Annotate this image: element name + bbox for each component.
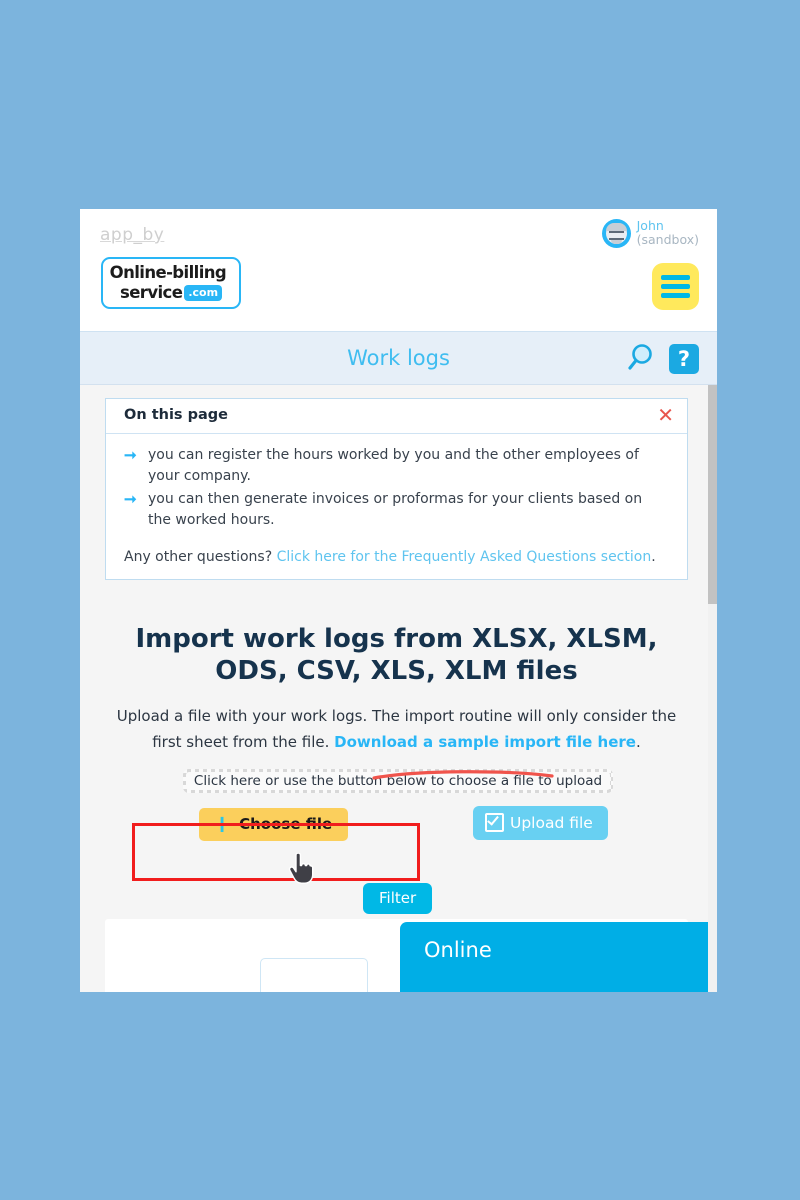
upload-file-button[interactable]: Upload file [473, 806, 608, 840]
logo-line-1: Online-billing- [109, 263, 233, 282]
help-button[interactable]: ? [669, 344, 699, 374]
brand-header: app_by Online-billing- service .com John … [80, 209, 717, 332]
company-logo[interactable]: Online-billing- service .com [101, 257, 241, 309]
faq-prefix: Any other questions? [124, 549, 277, 565]
results-input-box[interactable] [260, 958, 368, 992]
on-this-page-body: ➞ you can register the hours worked by y… [106, 434, 687, 579]
file-dropzone-label: Click here or use the button below to ch… [186, 772, 610, 790]
scrollbar-thumb[interactable] [708, 385, 717, 604]
plus-icon: + [212, 810, 233, 838]
close-icon[interactable]: ✕ [657, 405, 674, 425]
faq-line: Any other questions? Click here for the … [124, 549, 669, 565]
checkbox-check-icon [485, 813, 504, 832]
results-card: Online [105, 919, 717, 992]
avatar-eyes [608, 231, 624, 240]
user-environment-text: (sandbox) [636, 232, 699, 247]
import-heading: Import work logs from XLSX, XLSM, ODS, C… [135, 624, 658, 686]
file-dropzone[interactable]: Click here or use the button below to ch… [183, 769, 613, 793]
logo-line-2: service .com [103, 283, 239, 302]
download-sample-link[interactable]: Download a sample import file here [334, 733, 636, 751]
scrollbar-track[interactable] [708, 385, 717, 992]
list-item: ➞ you can then generate invoices or prof… [124, 489, 669, 531]
application-window: app_by Online-billing- service .com John … [80, 209, 717, 992]
choose-file-label: Choose file [239, 815, 333, 833]
arrow-right-icon: ➞ [124, 447, 137, 464]
faq-link[interactable]: Click here for the Frequently Asked Ques… [277, 549, 652, 565]
hamburger-bar-3 [661, 293, 690, 298]
hamburger-menu-icon[interactable] [652, 263, 699, 310]
avatar-mouth [610, 240, 622, 244]
logo-com-badge: .com [184, 285, 223, 301]
logo-service-text: service [119, 283, 183, 302]
user-account-block[interactable]: John (sandbox) [601, 219, 699, 248]
search-icon[interactable] [627, 343, 654, 371]
import-description: Upload a file with your work logs. The i… [105, 703, 688, 755]
upload-file-label: Upload file [510, 813, 593, 832]
hamburger-bar-1 [661, 275, 690, 280]
filter-button[interactable]: Filter [363, 883, 433, 914]
on-this-page-title: On this page [124, 407, 228, 423]
info-bullet-text: you can then generate invoices or profor… [148, 491, 643, 528]
user-avatar-icon [601, 219, 631, 248]
list-item: ➞ you can register the hours worked by y… [124, 445, 669, 487]
user-name-block: John (sandbox) [637, 219, 699, 247]
online-panel[interactable]: Online [400, 922, 717, 992]
info-bullet-text: you can register the hours worked by you… [148, 447, 639, 484]
on-this-page-header: On this page ✕ [106, 399, 687, 434]
app-by-label: app_by [100, 225, 165, 245]
on-this-page-panel: On this page ✕ ➞ you can register the ho… [105, 398, 688, 580]
import-description-suffix: . [635, 733, 641, 751]
page-title: Work logs [347, 346, 450, 370]
arrow-right-icon: ➞ [124, 491, 137, 508]
page-title-bar: Work logs ? [80, 332, 717, 385]
user-name-text: John [636, 218, 664, 233]
avatar-hair [605, 223, 627, 231]
choose-file-button[interactable]: + Choose file [199, 808, 349, 841]
page-content-scroll-area: On this page ✕ ➞ you can register the ho… [80, 385, 717, 992]
faq-suffix: . [651, 549, 656, 565]
hamburger-bar-2 [661, 284, 690, 289]
